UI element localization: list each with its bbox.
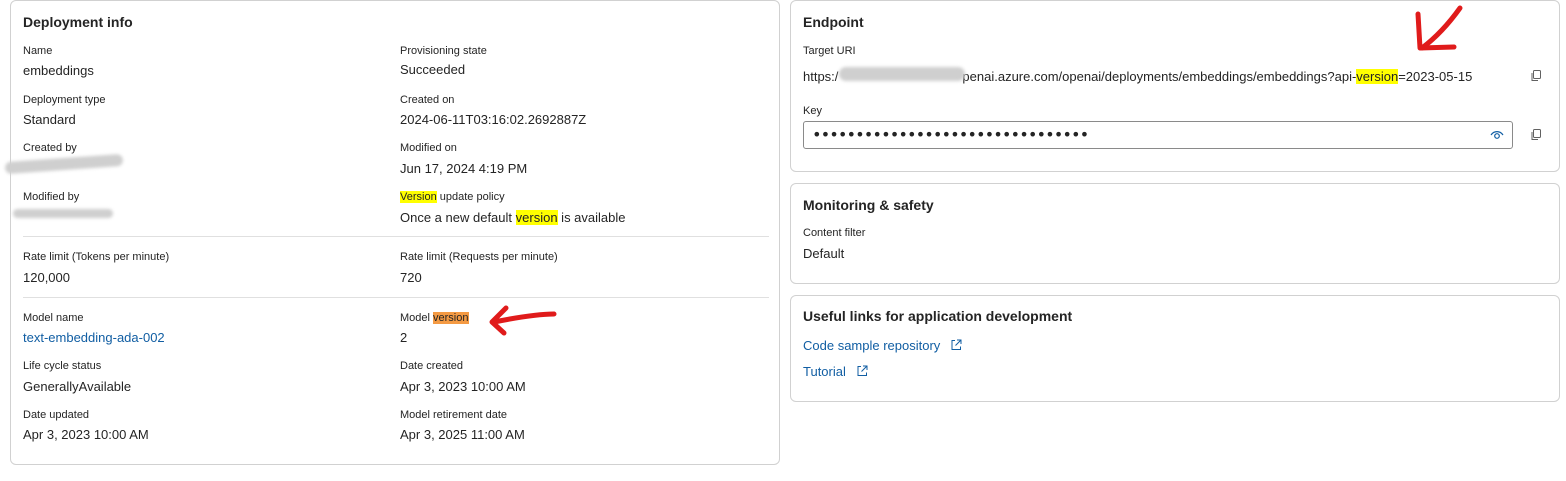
highlight: version <box>515 210 558 225</box>
tutorial-link[interactable]: Tutorial <box>803 364 868 379</box>
date-created-label: Date created <box>400 360 463 372</box>
card-title: Useful links for application development <box>803 308 1073 324</box>
version-update-policy-label: Version update policy <box>400 191 505 203</box>
name-value: embeddings <box>23 63 94 78</box>
content-filter-label: Content filter <box>803 227 866 239</box>
external-link-icon <box>951 339 962 350</box>
key-label: Key <box>803 105 822 117</box>
card-title: Deployment info <box>23 14 133 30</box>
deployment-type-label: Deployment type <box>23 94 106 106</box>
highlight: Version <box>400 191 437 203</box>
rate-limit-tokens-label: Rate limit (Tokens per minute) <box>23 251 170 263</box>
target-uri-label: Target URI <box>803 45 856 57</box>
date-updated-value: Apr 3, 2023 10:00 AM <box>23 427 149 442</box>
model-retirement-date-value: Apr 3, 2025 11:00 AM <box>400 427 525 442</box>
external-link-icon <box>857 365 867 376</box>
deployment-type-value: Standard <box>23 112 76 127</box>
life-cycle-status-value: GenerallyAvailable <box>23 379 132 394</box>
provisioning-state-label: Provisioning state <box>400 45 487 57</box>
annotation-arrow <box>489 305 557 336</box>
date-created-value: Apr 3, 2023 10:00 AM <box>400 379 526 394</box>
deployment-info-card: Deployment info Name embeddings Provisio… <box>4 0 780 465</box>
name-label: Name <box>23 45 53 57</box>
redacted-created-by <box>4 153 124 175</box>
code-sample-repository-link[interactable]: Code sample repository <box>803 338 962 353</box>
redacted-modified-by <box>13 209 113 218</box>
divider <box>23 236 769 237</box>
highlight: version <box>433 312 469 324</box>
version-update-policy-value: Once a new default version is available <box>400 210 626 225</box>
rate-limit-requests-label: Rate limit (Requests per minute) <box>400 251 558 263</box>
copy-icon[interactable] <box>1530 70 1542 82</box>
rate-limit-tokens-value: 120,000 <box>23 270 70 285</box>
modified-on-label: Modified on <box>400 142 457 154</box>
model-retirement-date-label: Model retirement date <box>400 409 507 421</box>
copy-icon[interactable] <box>1530 129 1542 141</box>
model-name-link[interactable]: text-embedding-ada-002 <box>23 330 165 345</box>
model-name-label: Model name <box>23 312 84 324</box>
rate-limit-requests-value: 720 <box>400 270 422 285</box>
modified-by-label: Modified by <box>23 191 80 203</box>
redacted-uri-host <box>839 67 965 81</box>
card-title: Monitoring & safety <box>803 197 934 213</box>
created-by-label: Created by <box>23 142 77 154</box>
model-version-value: 2 <box>400 330 408 345</box>
key-masked-value: •••••••••••••••••••••••••••••••• <box>812 125 1089 144</box>
annotation-arrow <box>1415 5 1463 51</box>
divider <box>23 297 769 298</box>
life-cycle-status-label: Life cycle status <box>23 360 102 372</box>
created-on-label: Created on <box>400 94 455 106</box>
date-updated-label: Date updated <box>23 409 90 421</box>
highlight: version <box>1356 69 1399 84</box>
created-on-value: 2024-06-11T03:16:02.2692887Z <box>400 112 587 127</box>
useful-links-card: Useful links for application development… <box>790 295 1560 402</box>
content-filter-value: Default <box>803 246 845 261</box>
eye-icon[interactable] <box>1490 129 1504 141</box>
monitoring-safety-card: Monitoring & safety Content filter Defau… <box>790 183 1560 284</box>
provisioning-state-value: Succeeded <box>400 62 466 77</box>
modified-on-value: Jun 17, 2024 4:19 PM <box>400 161 528 176</box>
key-field[interactable]: •••••••••••••••••••••••••••••••• <box>803 121 1513 149</box>
card-title: Endpoint <box>803 14 864 30</box>
model-version-label: Model version <box>400 312 469 324</box>
